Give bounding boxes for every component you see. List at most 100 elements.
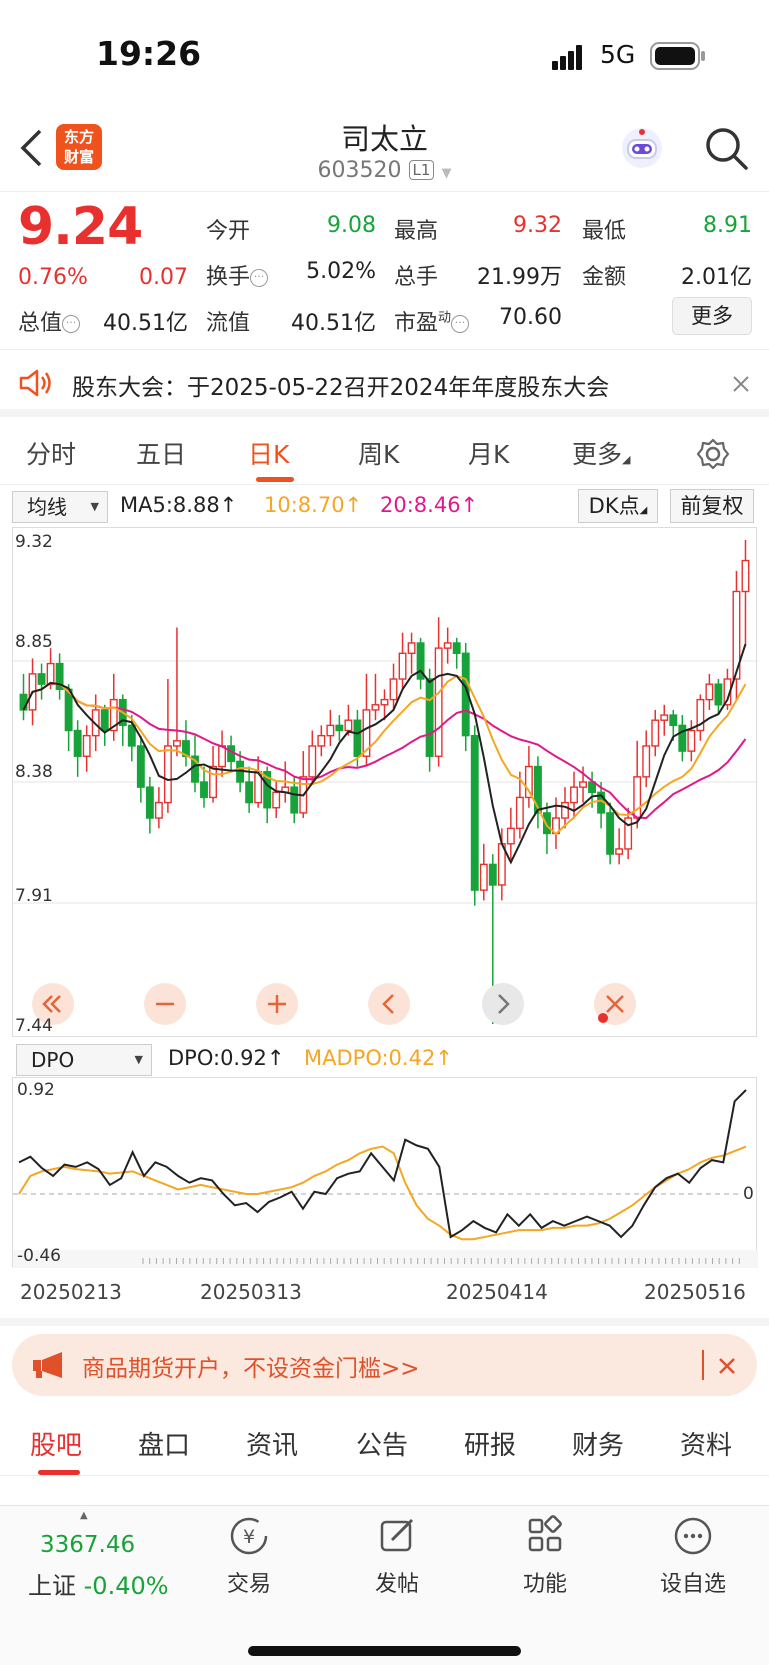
- dpo-chart[interactable]: 0.92 0 -0.46: [12, 1077, 758, 1268]
- candle: [452, 642, 461, 654]
- gear-icon[interactable]: [696, 437, 730, 471]
- tab-intraday[interactable]: 分时: [26, 435, 76, 471]
- dpo-line: [18, 1089, 747, 1239]
- ma10-label: 10:8.70↑: [264, 493, 363, 517]
- info-icon[interactable]: ···: [451, 315, 470, 333]
- y-tick-label: -0.46: [17, 1246, 61, 1266]
- tab-monthly-k[interactable]: 月K: [468, 435, 509, 471]
- fullscreen-icon[interactable]: [594, 983, 636, 1025]
- pe-value: 70.60: [499, 305, 562, 330]
- notification-dot: [598, 1013, 608, 1023]
- tab-forum[interactable]: 股吧: [30, 1425, 82, 1462]
- tab-order-book[interactable]: 盘口: [138, 1425, 190, 1462]
- kline-chart[interactable]: 9.32 8.85 8.38 7.91 7.44: [12, 527, 758, 1037]
- float-label: 流值: [206, 311, 251, 336]
- y-tick-label: 7.44: [15, 1016, 53, 1036]
- candle: [172, 740, 181, 747]
- tab-profile[interactable]: 资料: [680, 1425, 732, 1462]
- divider: [0, 1318, 769, 1326]
- indicator-row: 均线 ▼ MA5:8.88↑ 10:8.70↑ 20:8.46↑ DK点◢ 前复权: [0, 487, 769, 527]
- info-icon[interactable]: ···: [250, 269, 269, 287]
- tab-announcements[interactable]: 公告: [356, 1425, 408, 1462]
- candle: [136, 745, 145, 788]
- chevron-down-icon: ▼: [441, 166, 452, 181]
- tab-five-day[interactable]: 五日: [136, 435, 186, 471]
- zoom-out-icon[interactable]: [144, 983, 186, 1025]
- x-tick-label: 20250213: [20, 1280, 122, 1304]
- dk-point-label: DK点: [588, 494, 640, 518]
- candle: [561, 801, 569, 819]
- candle: [678, 724, 687, 752]
- candle: [479, 863, 488, 891]
- candle: [200, 781, 208, 799]
- candle: [227, 745, 236, 763]
- candle: [308, 745, 317, 778]
- more-button[interactable]: 更多: [672, 297, 752, 335]
- caret-up-icon: ▲: [80, 1510, 88, 1521]
- dpo-selector[interactable]: DPO ▼: [16, 1044, 152, 1076]
- mktcap-label: 总值 ···: [18, 305, 81, 337]
- post-label: 发帖: [374, 1572, 419, 1597]
- candle: [669, 714, 678, 727]
- kline-svg: [13, 540, 758, 1025]
- status-bar: 19:26 5G: [0, 0, 769, 110]
- open-label: 今开: [206, 219, 251, 244]
- index-change: -0.40%: [83, 1572, 169, 1600]
- y-tick-label: 0: [743, 1184, 754, 1204]
- notice-text: 股东大会：于2025-05-22召开2024年年度股东大会: [72, 375, 610, 401]
- candle: [425, 678, 434, 757]
- notice-bar[interactable]: 股东大会：于2025-05-22召开2024年年度股东大会: [0, 351, 769, 417]
- candle: [714, 683, 723, 706]
- tab-research[interactable]: 研报: [464, 1425, 516, 1462]
- divider: [702, 1350, 704, 1380]
- info-icon[interactable]: ···: [62, 315, 81, 333]
- dpo-value: DPO:0.92↑: [168, 1046, 285, 1070]
- active-tab-indicator: [256, 477, 294, 482]
- tab-news[interactable]: 资讯: [246, 1425, 298, 1462]
- pan-right-icon[interactable]: [482, 983, 524, 1025]
- zoom-in-icon[interactable]: [256, 983, 298, 1025]
- candle: [290, 786, 299, 814]
- edit-icon: [380, 1518, 414, 1552]
- candle: [344, 719, 353, 732]
- madpo-value: MADPO:0.42↑: [304, 1046, 453, 1070]
- change-percent: 0.76%: [18, 265, 88, 290]
- robot-assistant-icon[interactable]: [618, 124, 666, 172]
- high-label: 最高: [394, 219, 439, 244]
- tab-finance[interactable]: 财务: [572, 1425, 624, 1462]
- candle: [506, 827, 515, 845]
- indicator-selector[interactable]: 均线 ▼: [12, 491, 108, 523]
- ad-banner[interactable]: 商品期货开户，不设资金门槛>>: [12, 1334, 757, 1396]
- dk-point-button[interactable]: DK点◢: [578, 489, 658, 523]
- candle: [353, 719, 362, 757]
- date-axis: 20250213 20250313 20250414 20250516: [0, 1270, 769, 1310]
- candle: [443, 642, 452, 649]
- add-watchlist-button[interactable]: 设自选: [638, 1514, 748, 1598]
- close-icon[interactable]: [718, 1357, 736, 1375]
- search-icon[interactable]: [704, 126, 750, 172]
- tab-more[interactable]: 更多◢: [572, 435, 630, 471]
- add-watchlist-label: 设自选: [659, 1572, 726, 1597]
- candle: [154, 801, 163, 819]
- dropdown-icon: ▼: [134, 1053, 143, 1066]
- index-quote[interactable]: 上证 -0.40%: [28, 1566, 169, 1601]
- close-icon[interactable]: [732, 375, 750, 393]
- caret-icon: ◢: [639, 505, 648, 516]
- home-indicator[interactable]: [248, 1646, 521, 1656]
- trade-button[interactable]: ¥ 交易: [194, 1514, 304, 1598]
- tab-daily-k[interactable]: 日K: [248, 435, 289, 471]
- indicator-selector-label: 均线: [27, 495, 67, 519]
- adjust-button[interactable]: 前复权: [670, 489, 754, 523]
- candle: [570, 786, 578, 804]
- x-tick-label: 20250313: [200, 1280, 302, 1304]
- dpo-row: DPO ▼ DPO:0.92↑ MADPO:0.42↑: [0, 1042, 769, 1078]
- ad-text: 商品期货开户，不设资金门槛>>: [82, 1356, 420, 1382]
- pan-left-icon[interactable]: [368, 983, 410, 1025]
- functions-button[interactable]: 功能: [490, 1514, 600, 1598]
- dpo-svg: [13, 1089, 758, 1268]
- post-button[interactable]: 发帖: [342, 1514, 452, 1598]
- candle: [741, 559, 750, 593]
- ma20-label: 20:8.46↑: [380, 493, 479, 517]
- candle: [209, 765, 217, 799]
- tab-weekly-k[interactable]: 周K: [358, 435, 399, 471]
